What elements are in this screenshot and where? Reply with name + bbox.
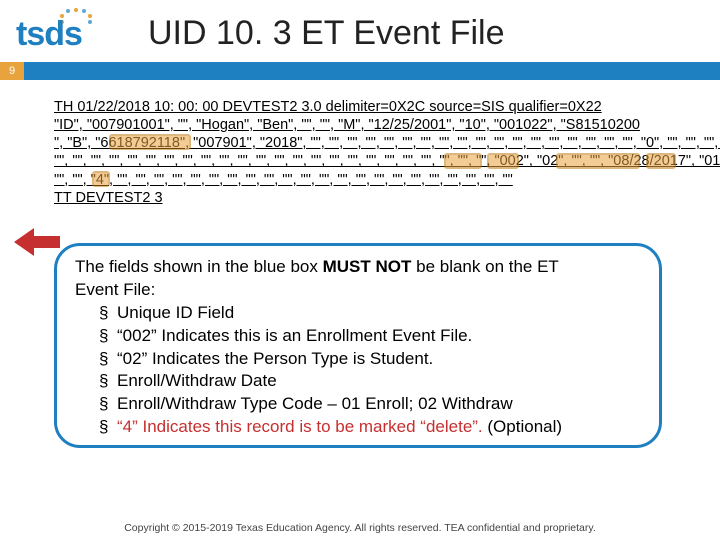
list-item: “02” Indicates the Person Type is Studen… <box>99 348 641 371</box>
code-line: "ID", "007901001", "", "Hogan", "Ben", "… <box>54 116 680 134</box>
logo-text: tsds <box>16 15 82 54</box>
list-item: Enroll/Withdraw Date <box>99 370 641 393</box>
code-line: TT DEVTEST2 3 <box>54 189 680 207</box>
highlight-marker <box>109 134 191 150</box>
list-item: “002” Indicates this is an Enrollment Ev… <box>99 325 641 348</box>
page-number: 9 <box>0 62 24 80</box>
highlight-marker <box>487 153 519 169</box>
list-item: Unique ID Field <box>99 302 641 325</box>
highlight-marker <box>646 153 676 169</box>
highlight-marker <box>92 171 110 187</box>
slide-title: UID 10. 3 ET Event File <box>148 14 505 53</box>
highlight-marker <box>556 153 640 169</box>
info-list: Unique ID Field “002” Indicates this is … <box>99 302 641 440</box>
accent-bar: 9 <box>0 62 720 80</box>
slide-header: tsds UID 10. 3 ET Event File <box>0 0 720 62</box>
list-item: “4” Indicates this record is to be marke… <box>99 416 641 439</box>
list-item: Enroll/Withdraw Type Code – 01 Enroll; 0… <box>99 393 641 416</box>
highlight-marker <box>444 153 482 169</box>
info-box: The fields shown in the blue box MUST NO… <box>54 243 662 449</box>
code-line: TH 01/22/2018 10: 00: 00 DEVTEST2 3.0 de… <box>54 98 680 116</box>
code-block: TH 01/22/2018 10: 00: 00 DEVTEST2 3.0 de… <box>54 98 680 207</box>
info-intro: The fields shown in the blue box MUST NO… <box>75 256 641 302</box>
slide: tsds UID 10. 3 ET Event File 9 TH 01/22/… <box>0 0 720 540</box>
tsds-logo: tsds <box>16 8 136 58</box>
content-area: TH 01/22/2018 10: 00: 00 DEVTEST2 3.0 de… <box>0 80 720 452</box>
copyright-text: Copyright © 2015-2019 Texas Education Ag… <box>36 522 684 534</box>
code-line: "", "", "4", "", "", "", "", "", "", "",… <box>54 171 680 189</box>
red-arrow-icon <box>14 228 60 256</box>
blue-bar <box>24 62 720 80</box>
